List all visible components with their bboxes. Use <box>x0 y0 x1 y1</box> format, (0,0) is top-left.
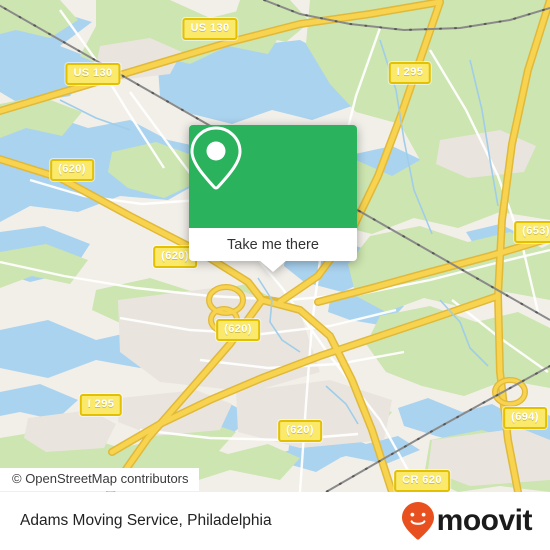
road-shield[interactable]: CR 620 <box>394 470 450 492</box>
moovit-logo[interactable]: moovit <box>401 501 533 541</box>
road-shield[interactable]: I 295 <box>79 394 123 416</box>
road-shield[interactable]: (694) <box>503 407 547 429</box>
road-shield[interactable]: (653) <box>514 221 550 243</box>
road-shield[interactable]: US 130 <box>182 18 238 40</box>
map-canvas[interactable]: US 130 US 130 I 295 (620) (620) (653) (6… <box>0 0 550 492</box>
road-shield[interactable]: US 130 <box>65 63 121 85</box>
take-me-there-label: Take me there <box>227 236 319 253</box>
road-shield[interactable]: (620) <box>50 159 94 181</box>
bottom-info-bar: Adams Moving Service, Philadelphia moovi… <box>0 492 550 550</box>
moovit-map-screen: US 130 US 130 I 295 (620) (620) (653) (6… <box>0 0 550 550</box>
moovit-wordmark: moovit <box>436 504 533 537</box>
road-shield[interactable]: (620) <box>278 420 322 442</box>
place-title: Adams Moving Service, Philadelphia <box>20 512 272 529</box>
road-shield[interactable]: I 295 <box>388 62 432 84</box>
popup-header <box>189 125 357 228</box>
road-shield[interactable]: (620) <box>216 319 260 341</box>
location-popup-card[interactable]: Take me there <box>189 125 357 272</box>
popup-action-row[interactable]: Take me there <box>189 228 357 261</box>
moovit-pin-icon <box>401 502 434 540</box>
popup-pointer <box>259 260 287 272</box>
map-pin-icon <box>190 126 242 190</box>
map-attribution[interactable]: © OpenStreetMap contributors <box>0 468 199 492</box>
